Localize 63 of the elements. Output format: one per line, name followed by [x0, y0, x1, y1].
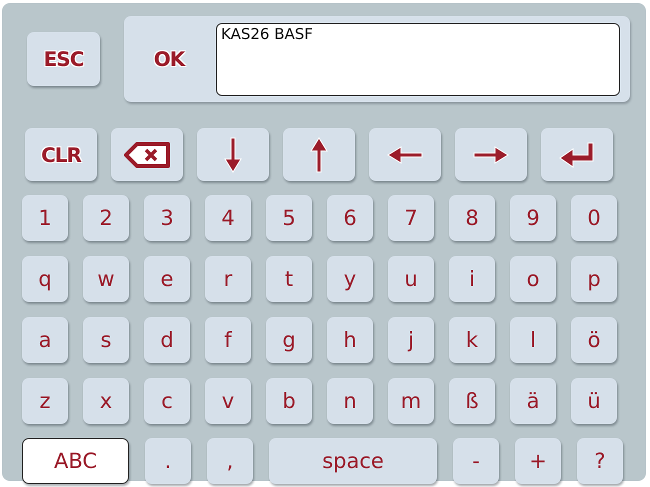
ok-button[interactable]: OK — [132, 32, 206, 86]
backspace-icon — [123, 140, 171, 168]
right-key[interactable] — [455, 128, 527, 181]
character-key[interactable]: 0 — [571, 195, 617, 241]
up-arrow-icon — [309, 136, 329, 172]
character-key[interactable]: w — [83, 256, 129, 302]
character-key[interactable]: o — [510, 256, 556, 302]
character-key[interactable]: v — [205, 378, 251, 424]
character-key[interactable]: 2 — [83, 195, 129, 241]
character-key[interactable]: ä — [510, 378, 556, 424]
character-key[interactable]: d — [144, 317, 190, 363]
character-key[interactable]: ö — [571, 317, 617, 363]
character-key[interactable]: m — [388, 378, 434, 424]
character-key[interactable]: b — [266, 378, 312, 424]
mode-key[interactable]: ABC — [22, 438, 129, 484]
character-key[interactable]: t — [266, 256, 312, 302]
left-arrow-icon — [387, 144, 423, 164]
character-key[interactable]: 6 — [327, 195, 373, 241]
character-key[interactable]: , — [207, 438, 253, 484]
left-key[interactable] — [369, 128, 441, 181]
character-key[interactable]: 5 — [266, 195, 312, 241]
space-key[interactable]: space — [269, 438, 437, 484]
character-key[interactable]: u — [388, 256, 434, 302]
character-key[interactable]: g — [266, 317, 312, 363]
character-key[interactable]: r — [205, 256, 251, 302]
character-key[interactable]: a — [22, 317, 68, 363]
character-key[interactable]: e — [144, 256, 190, 302]
character-key[interactable]: ? — [577, 438, 623, 484]
backspace-key[interactable] — [111, 128, 183, 181]
character-key[interactable]: 4 — [205, 195, 251, 241]
character-key[interactable]: k — [449, 317, 495, 363]
down-key[interactable] — [197, 128, 269, 181]
character-key[interactable]: 7 — [388, 195, 434, 241]
character-key[interactable]: ß — [449, 378, 495, 424]
character-key[interactable]: j — [388, 317, 434, 363]
character-key[interactable]: c — [144, 378, 190, 424]
character-key[interactable]: . — [145, 438, 191, 484]
character-key[interactable]: 3 — [144, 195, 190, 241]
character-key[interactable]: - — [453, 438, 499, 484]
character-key[interactable]: l — [510, 317, 556, 363]
up-key[interactable] — [283, 128, 355, 181]
down-arrow-icon — [223, 136, 243, 172]
character-key[interactable]: y — [327, 256, 373, 302]
character-key[interactable]: 9 — [510, 195, 556, 241]
character-key[interactable]: z — [22, 378, 68, 424]
enter-icon — [559, 142, 595, 168]
character-key[interactable]: 1 — [22, 195, 68, 241]
character-key[interactable]: q — [22, 256, 68, 302]
character-key[interactable]: h — [327, 317, 373, 363]
character-key[interactable]: + — [515, 438, 561, 484]
character-key[interactable]: n — [327, 378, 373, 424]
character-key[interactable]: x — [83, 378, 129, 424]
character-key[interactable]: ü — [571, 378, 617, 424]
character-key[interactable]: i — [449, 256, 495, 302]
input-field[interactable]: KAS26 BASF — [216, 22, 620, 96]
right-arrow-icon — [473, 144, 509, 164]
character-key[interactable]: f — [205, 317, 251, 363]
character-key[interactable]: 8 — [449, 195, 495, 241]
character-key[interactable]: s — [83, 317, 129, 363]
escape-key[interactable]: ESC — [27, 32, 100, 86]
enter-key[interactable] — [541, 128, 613, 181]
clear-key[interactable]: CLR — [25, 128, 97, 181]
character-key[interactable]: p — [571, 256, 617, 302]
